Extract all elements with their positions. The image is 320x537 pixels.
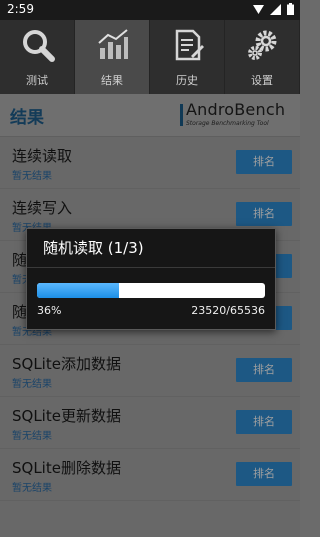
tab-label: 结果 — [101, 74, 123, 87]
progress-count: 23520/65536 — [191, 304, 265, 317]
list-item: 连续读取 暂无结果 排名 — [0, 137, 300, 189]
rank-button[interactable]: 排名 — [236, 358, 292, 382]
results-header: 结果 AndroBench Storage Benchmarking Tool — [0, 94, 300, 137]
brand-logo: AndroBench Storage Benchmarking Tool — [180, 100, 290, 128]
signal-icon — [253, 4, 264, 14]
test-name: SQLite添加数据 — [12, 355, 121, 373]
test-name: SQLite删除数据 — [12, 459, 121, 477]
progress-fill — [37, 283, 120, 298]
status-time: 2:59 — [7, 2, 34, 16]
tab-results[interactable]: 结果 — [75, 20, 150, 94]
status-bar: 2:59 — [0, 0, 300, 20]
rank-button[interactable]: 排名 — [236, 410, 292, 434]
progress-dialog: 随机读取 (1/3) 36% 23520/65536 — [26, 228, 276, 330]
tab-bar: 测试 结果 历史 设置 — [0, 20, 300, 94]
dialog-title: 随机读取 (1/3) — [43, 239, 144, 257]
page-title: 结果 — [10, 108, 44, 128]
history-document-icon — [175, 29, 204, 61]
progress-bar — [37, 283, 265, 298]
tab-label: 测试 — [26, 74, 48, 87]
tab-history[interactable]: 历史 — [150, 20, 225, 94]
test-name: 连续写入 — [12, 199, 73, 217]
cellular-icon — [270, 3, 281, 15]
tab-settings[interactable]: 设置 — [225, 20, 300, 94]
gear-icon — [248, 30, 277, 60]
battery-icon — [287, 3, 294, 15]
test-result: 暂无结果 — [12, 431, 52, 442]
list-item: SQLite添加数据 暂无结果 排名 — [0, 345, 300, 397]
test-name: 连续读取 — [12, 147, 73, 165]
tab-test[interactable]: 测试 — [0, 20, 75, 94]
test-result: 暂无结果 — [12, 483, 52, 494]
status-icons — [253, 3, 294, 15]
rank-button[interactable]: 排名 — [236, 202, 292, 226]
test-result: 暂无结果 — [12, 379, 52, 390]
dialog-divider — [27, 267, 275, 268]
search-icon — [23, 30, 55, 62]
progress-percent: 36% — [37, 304, 62, 317]
brand-bar — [180, 104, 183, 126]
list-item: SQLite删除数据 暂无结果 排名 — [0, 449, 300, 501]
tab-label: 历史 — [176, 74, 198, 87]
rank-button[interactable]: 排名 — [236, 150, 292, 174]
brand-name: AndroBench — [186, 100, 286, 119]
test-name: SQLite更新数据 — [12, 407, 121, 425]
rank-button[interactable]: 排名 — [236, 462, 292, 486]
list-item: SQLite更新数据 暂无结果 排名 — [0, 397, 300, 449]
chart-icon — [98, 29, 128, 59]
tab-label: 设置 — [251, 74, 273, 87]
brand-tagline: Storage Benchmarking Tool — [186, 120, 269, 127]
test-result: 暂无结果 — [12, 171, 52, 182]
